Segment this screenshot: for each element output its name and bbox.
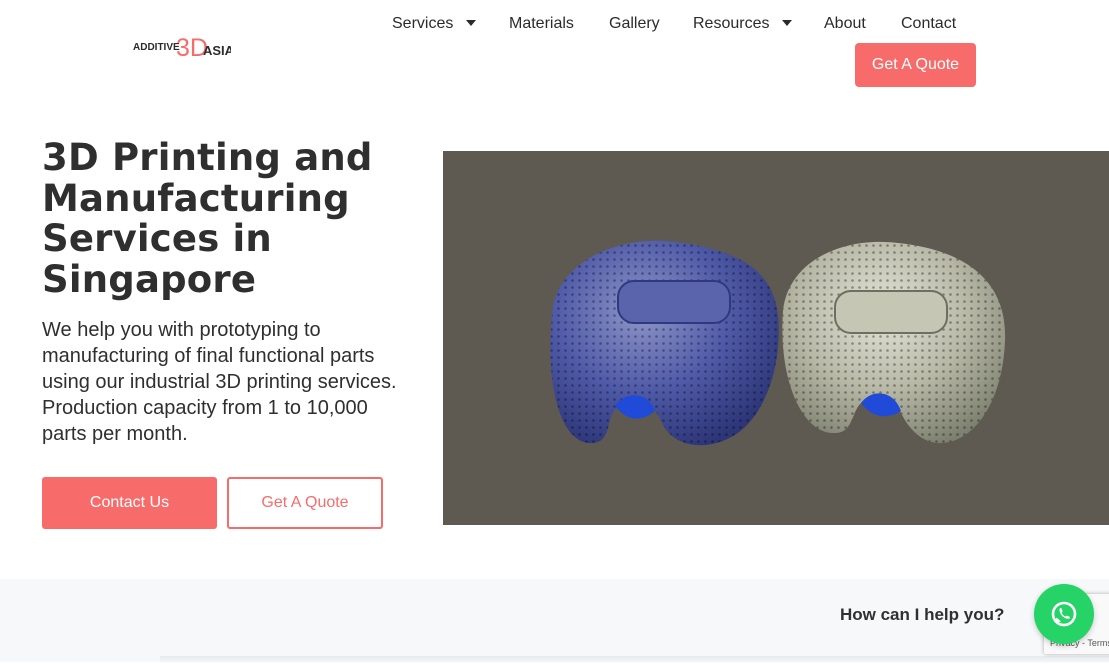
logo-text-asia: ASIA: [203, 43, 231, 58]
3d-printed-helmet-parts-illustration: [550, 240, 1006, 446]
get-quote-nav-button[interactable]: Get A Quote: [855, 43, 976, 87]
nav-services-label: Services: [392, 15, 454, 32]
hero-product-image: [443, 151, 1109, 525]
additive-3d-asia-logo[interactable]: ADDITIVE 3D ASIA: [133, 33, 231, 59]
nav-gallery[interactable]: Gallery: [609, 13, 660, 35]
nav-materials[interactable]: Materials: [509, 13, 574, 35]
section-shadow: [160, 656, 1109, 664]
nav-services[interactable]: Services: [392, 13, 476, 35]
nav-contact[interactable]: Contact: [901, 13, 956, 35]
hero-title: 3D Printing and Manufacturing Services i…: [42, 136, 373, 301]
caret-down-icon: [781, 20, 792, 27]
whatsapp-icon: [1051, 601, 1077, 627]
blue-printed-part: [550, 240, 779, 446]
hero-description: We help you with prototyping to manufact…: [42, 319, 397, 445]
caret-down-icon: [465, 20, 476, 27]
nav-resources-label: Resources: [693, 15, 770, 32]
main-navigation: Services Materials Gallery Resources Abo…: [0, 13, 1109, 35]
whatsapp-chat-button[interactable]: [1034, 584, 1094, 644]
help-prompt-text[interactable]: How can I help you?: [840, 604, 1004, 626]
grey-printed-part: [782, 241, 1006, 444]
get-quote-hero-button[interactable]: Get A Quote: [227, 477, 383, 529]
contact-us-button[interactable]: Contact Us: [42, 477, 217, 529]
logo-text-additive: ADDITIVE: [133, 42, 180, 53]
nav-resources[interactable]: Resources: [693, 13, 792, 35]
nav-about[interactable]: About: [824, 13, 866, 35]
